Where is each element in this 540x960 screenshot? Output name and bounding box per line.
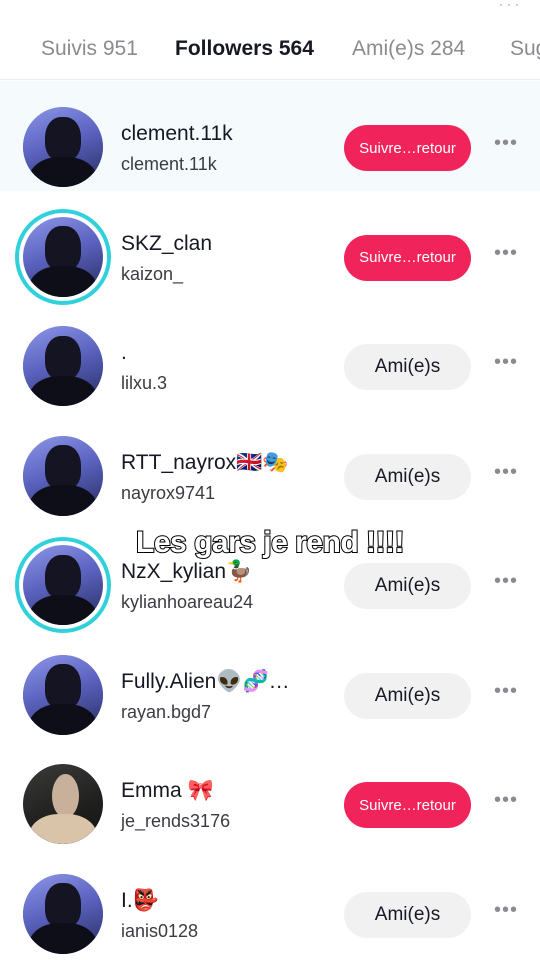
avatar-image: [23, 435, 103, 516]
avatar[interactable]: [23, 107, 103, 187]
avatar-body: [29, 923, 97, 954]
display-name: I.👺: [121, 888, 159, 912]
tab-amis[interactable]: Ami(e)s 284: [352, 36, 465, 79]
avatar-body: [29, 813, 97, 844]
more-options-icon[interactable]: •••: [490, 571, 522, 597]
avatar-image: [23, 654, 103, 735]
avatar-body: [29, 594, 97, 625]
avatar-head: [45, 116, 81, 162]
avatar-head: [45, 335, 81, 381]
display-name: Fully.Alien👽🧬…: [121, 669, 290, 693]
follower-row[interactable]: . lilxu.3 Ami(e)s •••: [0, 300, 540, 410]
avatar-image: [23, 107, 103, 187]
avatar[interactable]: [23, 654, 103, 735]
avatar-image: [23, 326, 103, 406]
avatar-with-story[interactable]: [15, 208, 111, 305]
avatar-head: [45, 554, 81, 600]
avatar[interactable]: [23, 435, 103, 516]
name-block[interactable]: Fully.Alien👽🧬… rayan.bgd7: [121, 669, 336, 723]
follower-row[interactable]: Fully.Alien👽🧬… rayan.bgd7 Ami(e)s •••: [0, 629, 540, 739]
display-name: Emma 🎀: [121, 779, 214, 802]
avatar-body: [29, 156, 97, 187]
display-name: clement.11k: [121, 122, 233, 145]
friends-button[interactable]: Ami(e)s: [344, 344, 471, 390]
name-block[interactable]: . lilxu.3: [121, 340, 336, 394]
display-name: RTT_nayrox🇬🇧🎭: [121, 450, 289, 474]
follow-back-button[interactable]: Suivre…retour: [344, 125, 471, 171]
name-block[interactable]: clement.11k clement.11k: [121, 121, 336, 175]
avatar-head: [51, 773, 79, 819]
overlay-caption: Les gars je rend !!!!: [135, 525, 405, 560]
follow-back-button[interactable]: Suivre…retour: [344, 782, 471, 828]
username: kylianhoareau24: [121, 592, 254, 612]
friends-button[interactable]: Ami(e)s: [344, 891, 471, 938]
name-block[interactable]: Emma 🎀 je_rends3176: [121, 778, 336, 832]
display-name: NzX_kylian🦆: [121, 560, 253, 583]
avatar-body: [29, 266, 97, 297]
avatar-head: [45, 226, 81, 271]
tab-bar: Suivis 951 Followers 564 Ami(e)s 284 Sug: [0, 24, 540, 80]
username: rayan.bgd7: [121, 701, 212, 722]
avatar-image: [23, 216, 103, 297]
friends-button[interactable]: Ami(e)s: [344, 563, 471, 609]
followers-list: clement.11k clement.11k Suivre…retour ••• SK…: [0, 81, 540, 957]
username: je_rends3176: [121, 811, 231, 831]
tab-suggestions[interactable]: Sug: [510, 36, 540, 79]
more-options-icon[interactable]: •••: [490, 133, 522, 159]
avatar-image: [23, 764, 103, 844]
tab-followers[interactable]: Followers 564: [175, 36, 314, 79]
more-options-icon[interactable]: •••: [490, 790, 522, 816]
avatar[interactable]: [23, 764, 103, 844]
avatar-body: [29, 704, 97, 735]
avatar-head: [45, 445, 81, 490]
followers-screen: ··· Suivis 951 Followers 564 Ami(e)s 284…: [0, 0, 540, 960]
more-dots-icon[interactable]: ···: [498, 0, 522, 15]
name-block[interactable]: RTT_nayrox🇬🇧🎭 nayrox9741: [121, 450, 336, 504]
more-options-icon[interactable]: •••: [490, 900, 522, 926]
avatar-image: [23, 873, 103, 954]
avatar[interactable]: [23, 873, 103, 954]
name-block[interactable]: SKZ_clan kaizon_: [121, 231, 336, 285]
more-options-icon[interactable]: •••: [490, 681, 522, 707]
follower-row[interactable]: RTT_nayrox🇬🇧🎭 nayrox9741 Ami(e)s •••: [0, 410, 540, 520]
follower-row[interactable]: clement.11k clement.11k Suivre…retour •••: [0, 81, 540, 191]
display-name: .: [121, 341, 127, 364]
tab-suivis[interactable]: Suivis 951: [41, 36, 138, 79]
avatar-head: [45, 883, 81, 928]
more-options-icon[interactable]: •••: [490, 243, 522, 269]
username: kaizon_: [121, 263, 184, 284]
avatar-body: [29, 375, 97, 406]
avatar[interactable]: [23, 326, 103, 406]
top-strip: ···: [0, 0, 540, 24]
follower-row[interactable]: I.👺 ianis0128 Ami(e)s •••: [0, 848, 540, 958]
avatar-body: [29, 485, 97, 516]
username: nayrox9741: [121, 482, 216, 503]
username: ianis0128: [121, 920, 199, 941]
follower-row[interactable]: SKZ_clan kaizon_ Suivre…retour •••: [0, 191, 540, 305]
follower-row[interactable]: Emma 🎀 je_rends3176 Suivre…retour •••: [0, 738, 540, 848]
follow-back-button[interactable]: Suivre…retour: [344, 234, 471, 281]
avatar-head: [45, 664, 81, 709]
more-options-icon[interactable]: •••: [490, 462, 522, 488]
name-block[interactable]: NzX_kylian🦆 kylianhoareau24: [121, 559, 336, 613]
username: lilxu.3: [121, 373, 168, 393]
name-block[interactable]: I.👺 ianis0128: [121, 888, 336, 942]
friends-button[interactable]: Ami(e)s: [344, 453, 471, 500]
friends-button[interactable]: Ami(e)s: [344, 672, 471, 719]
more-options-icon[interactable]: •••: [490, 352, 522, 378]
display-name: SKZ_clan: [121, 231, 213, 255]
username: clement.11k: [121, 154, 217, 174]
